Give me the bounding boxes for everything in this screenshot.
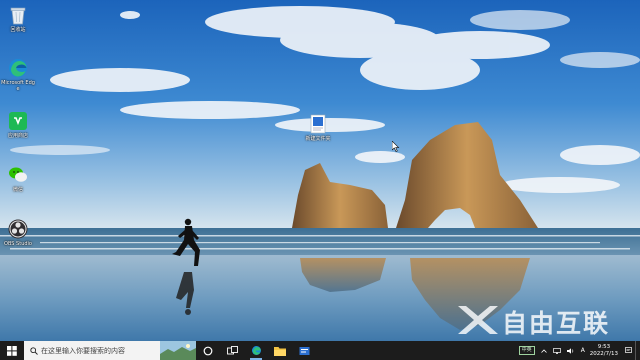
taskbar-app-settings[interactable] (292, 341, 316, 360)
desktop-icon-store[interactable]: 应用商店 (1, 110, 35, 139)
show-desktop-button[interactable] (635, 341, 640, 360)
obs-icon (7, 218, 29, 240)
mouse-cursor-icon (391, 137, 400, 156)
search-highlight-image (160, 341, 196, 360)
cortana-button[interactable] (196, 341, 220, 360)
desktop-icon-label: OBS Studio (4, 241, 32, 247)
watermark-logo-icon (458, 306, 498, 334)
search-placeholder: 在这里输入你要搜索的内容 (41, 346, 125, 355)
desktop-icon-label: Microsoft Edge (1, 80, 35, 92)
desktop-icon-recycle-bin[interactable]: 回收站 (1, 4, 35, 33)
recycle-bin-icon (7, 4, 29, 26)
clock[interactable]: 9:53 2022/7/13 (590, 344, 618, 358)
desktop-icon-new-document[interactable]: 新建文件夹 (301, 113, 335, 142)
ime-indicator[interactable]: 中英 (518, 346, 535, 355)
wechat-icon (7, 164, 29, 186)
chevron-up-icon[interactable] (540, 348, 547, 353)
system-tray: 中英 A 9:53 2022/7/13 (516, 341, 640, 360)
desktop-icon-wechat[interactable]: 微信 (1, 164, 35, 193)
clock-date: 2022/7/13 (589, 350, 618, 357)
taskbar: 在这里输入你要搜索的内容 中英 A 9:53 2022/7/13 (0, 341, 640, 360)
task-view-button[interactable] (220, 341, 244, 360)
task-view-icon (226, 345, 238, 354)
taskbar-app-file-explorer[interactable] (268, 341, 292, 360)
desktop-wallpaper (0, 0, 640, 341)
cortana-icon (203, 346, 213, 355)
desktop-icon-label: 应用商店 (7, 133, 28, 139)
desktop-icon-label: 微信 (12, 187, 23, 193)
desktop-icon-label: 新建文件夹 (305, 136, 331, 142)
settings-icon (299, 346, 309, 355)
search-input[interactable]: 在这里输入你要搜索的内容 (24, 341, 196, 360)
windows-logo-icon (7, 345, 17, 356)
taskbar-app-edge[interactable] (244, 341, 268, 360)
volume-icon[interactable] (566, 347, 575, 354)
watermark-text: 自由互联 (502, 309, 611, 338)
network-icon[interactable] (552, 347, 561, 354)
desktop-icon-obs[interactable]: OBS Studio (1, 218, 35, 247)
start-button[interactable] (0, 341, 24, 360)
input-mode[interactable]: A (581, 347, 585, 354)
store-icon (7, 110, 29, 132)
edge-icon (7, 57, 29, 79)
desktop-icon-edge[interactable]: Microsoft Edge (1, 57, 35, 92)
desktop-icon-label: 回收站 (10, 27, 26, 33)
watermark: 自由互联 (452, 300, 632, 340)
notification-icon[interactable] (625, 347, 632, 354)
search-icon (30, 346, 38, 355)
file-explorer-icon (274, 346, 286, 356)
edge-icon (251, 346, 261, 355)
document-icon (307, 113, 329, 135)
clock-time: 9:53 (597, 343, 611, 350)
